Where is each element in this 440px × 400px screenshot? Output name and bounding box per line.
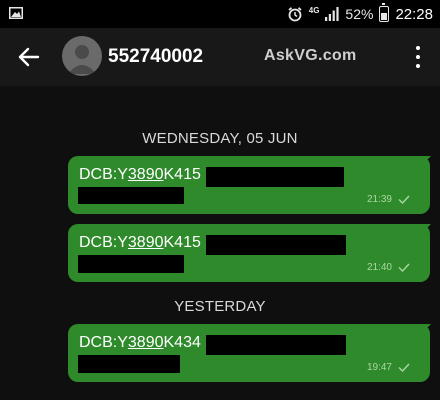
- status-bar: 4G 52% 22:28: [0, 0, 440, 28]
- redaction-bar: [206, 167, 344, 187]
- status-indicators: 4G 52% 22:28: [287, 3, 433, 24]
- redaction-bar: [78, 255, 184, 273]
- sent-check-icon: [398, 263, 410, 272]
- sent-check-icon: [398, 363, 410, 372]
- message-code-link[interactable]: 3890: [128, 234, 164, 251]
- sent-check-icon: [398, 195, 410, 204]
- redaction-bar: [78, 187, 184, 204]
- message-meta: 21:40: [367, 262, 410, 273]
- signal-icon: [325, 7, 340, 21]
- redaction-bar: [206, 335, 346, 355]
- message-meta: 21:39: [367, 194, 410, 205]
- message-meta: 19:47: [367, 362, 410, 373]
- avatar[interactable]: [62, 36, 102, 76]
- message-text: DCB:Y3890K415: [79, 234, 201, 251]
- redaction-bar: [206, 235, 346, 255]
- message-code-link[interactable]: 3890: [128, 334, 164, 351]
- back-arrow-icon[interactable]: [16, 44, 42, 70]
- more-options-icon[interactable]: [414, 44, 422, 70]
- message-time: 21:40: [366, 262, 392, 273]
- battery-icon: [379, 3, 390, 22]
- message-text: DCB:Y3890K415: [79, 166, 201, 183]
- date-separator: YESTERDAY: [174, 298, 266, 315]
- battery-percent: 52%: [345, 6, 374, 22]
- conversation-header: 552740002 AskVG.com: [0, 28, 440, 86]
- message-time: 19:47: [366, 362, 392, 373]
- bubble-tail: [417, 156, 431, 170]
- message-time: 21:39: [366, 194, 392, 205]
- image-notification-icon: [9, 7, 23, 19]
- bubble-tail: [417, 324, 431, 338]
- contact-name[interactable]: 552740002: [108, 46, 203, 68]
- message-code-link[interactable]: 3890: [128, 166, 164, 183]
- watermark: AskVG.com: [264, 47, 357, 64]
- date-separator: WEDNESDAY, 05 JUN: [142, 130, 298, 147]
- message-bubble[interactable]: DCB:Y3890K415 21:39: [68, 156, 431, 214]
- redaction-bar: [78, 355, 180, 373]
- network-type: 4G: [308, 6, 320, 15]
- alarm-icon: [288, 7, 302, 22]
- message-bubble[interactable]: DCB:Y3890K415 21:40: [68, 224, 431, 282]
- clock: 22:28: [395, 5, 433, 23]
- message-text: DCB:Y3890K434: [79, 334, 201, 351]
- message-list[interactable]: WEDNESDAY, 05 JUN DCB:Y3890K415 21:39 DC…: [0, 86, 440, 400]
- message-bubble[interactable]: DCB:Y3890K434 19:47: [68, 324, 431, 382]
- person-icon: [68, 45, 96, 74]
- bubble-tail: [417, 224, 431, 238]
